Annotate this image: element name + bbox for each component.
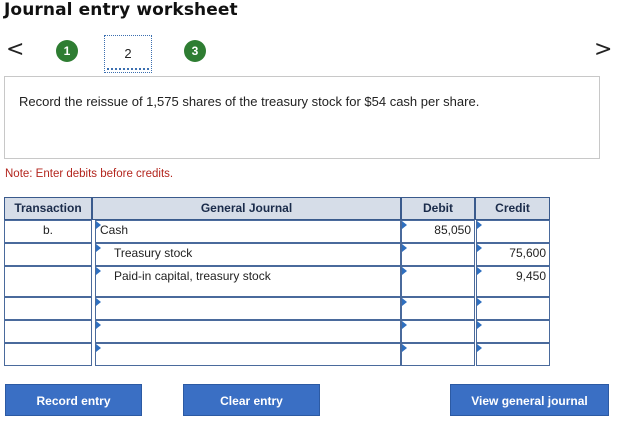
step-3-button[interactable]: 3: [184, 40, 206, 62]
dropdown-marker-icon: [96, 221, 101, 229]
row-2-account-cell[interactable]: Treasury stock: [95, 243, 401, 266]
page-title: Journal entry worksheet: [4, 0, 238, 20]
account-value: Treasury stock: [114, 246, 193, 260]
dropdown-marker-icon: [402, 344, 407, 352]
question-box: Record the reissue of 1,575 shares of th…: [4, 76, 600, 159]
header-general-journal: General Journal: [92, 197, 401, 220]
row-1-credit-cell[interactable]: [476, 220, 550, 243]
dropdown-marker-icon: [477, 267, 482, 275]
account-value: Cash: [100, 223, 129, 237]
note-text: Note: Enter debits before credits.: [5, 168, 174, 180]
dropdown-marker-icon: [402, 298, 407, 306]
question-text: Record the reissue of 1,575 shares of th…: [19, 94, 480, 109]
row-6-credit-cell[interactable]: [476, 343, 550, 366]
view-general-journal-button[interactable]: View general journal: [450, 384, 609, 416]
clear-entry-button[interactable]: Clear entry: [183, 384, 320, 416]
dropdown-marker-icon: [96, 321, 101, 329]
credit-value: 75,600: [509, 246, 546, 260]
header-credit: Credit: [475, 197, 550, 220]
row-6-debit-cell[interactable]: [401, 343, 475, 366]
next-arrow-icon[interactable]: >: [594, 37, 612, 63]
dropdown-marker-icon: [96, 244, 101, 252]
dropdown-marker-icon: [477, 321, 482, 329]
previous-arrow-icon[interactable]: <: [6, 37, 24, 63]
dropdown-marker-icon: [402, 221, 407, 229]
row-5-debit-cell[interactable]: [401, 320, 475, 343]
account-value: Paid-in capital, treasury stock: [114, 269, 271, 283]
credit-value: 9,450: [515, 269, 546, 283]
row-4-debit-cell[interactable]: [401, 297, 475, 320]
row-5-account-cell[interactable]: [95, 320, 401, 343]
dropdown-marker-icon: [477, 244, 482, 252]
row-1-debit-cell[interactable]: 85,050: [401, 220, 475, 243]
dropdown-marker-icon: [477, 298, 482, 306]
dropdown-marker-icon: [96, 298, 101, 306]
row-6-transaction-cell: [4, 343, 92, 366]
row-4-credit-cell[interactable]: [476, 297, 550, 320]
dropdown-marker-icon: [477, 221, 482, 229]
row-2-transaction-cell: [4, 243, 92, 266]
row-6-account-cell[interactable]: [95, 343, 401, 366]
dropdown-marker-icon: [402, 321, 407, 329]
row-5-transaction-cell: [4, 320, 92, 343]
row-2-credit-cell[interactable]: 75,600: [476, 243, 550, 266]
dropdown-marker-icon: [477, 344, 482, 352]
row-5-credit-cell[interactable]: [476, 320, 550, 343]
row-4-account-cell[interactable]: [95, 297, 401, 320]
row-3-account-cell[interactable]: Paid-in capital, treasury stock: [95, 266, 401, 297]
row-4-transaction-cell: [4, 297, 92, 320]
row-3-transaction-cell: [4, 266, 92, 297]
dropdown-marker-icon: [96, 267, 101, 275]
dropdown-marker-icon: [402, 244, 407, 252]
header-transaction: Transaction: [4, 197, 92, 220]
header-debit: Debit: [401, 197, 475, 220]
row-1-transaction-cell: b.: [4, 220, 92, 243]
row-2-debit-cell[interactable]: [401, 243, 475, 266]
row-3-debit-cell[interactable]: [401, 266, 475, 297]
row-1-account-cell[interactable]: Cash: [95, 220, 401, 243]
step-1-button[interactable]: 1: [56, 40, 78, 62]
record-entry-button[interactable]: Record entry: [5, 384, 142, 416]
debit-value: 85,050: [434, 223, 471, 237]
transaction-value: b.: [42, 223, 53, 237]
dropdown-marker-icon: [402, 267, 407, 275]
row-3-credit-cell[interactable]: 9,450: [476, 266, 550, 297]
step-2-current[interactable]: 2: [104, 35, 152, 73]
dropdown-marker-icon: [96, 344, 101, 352]
